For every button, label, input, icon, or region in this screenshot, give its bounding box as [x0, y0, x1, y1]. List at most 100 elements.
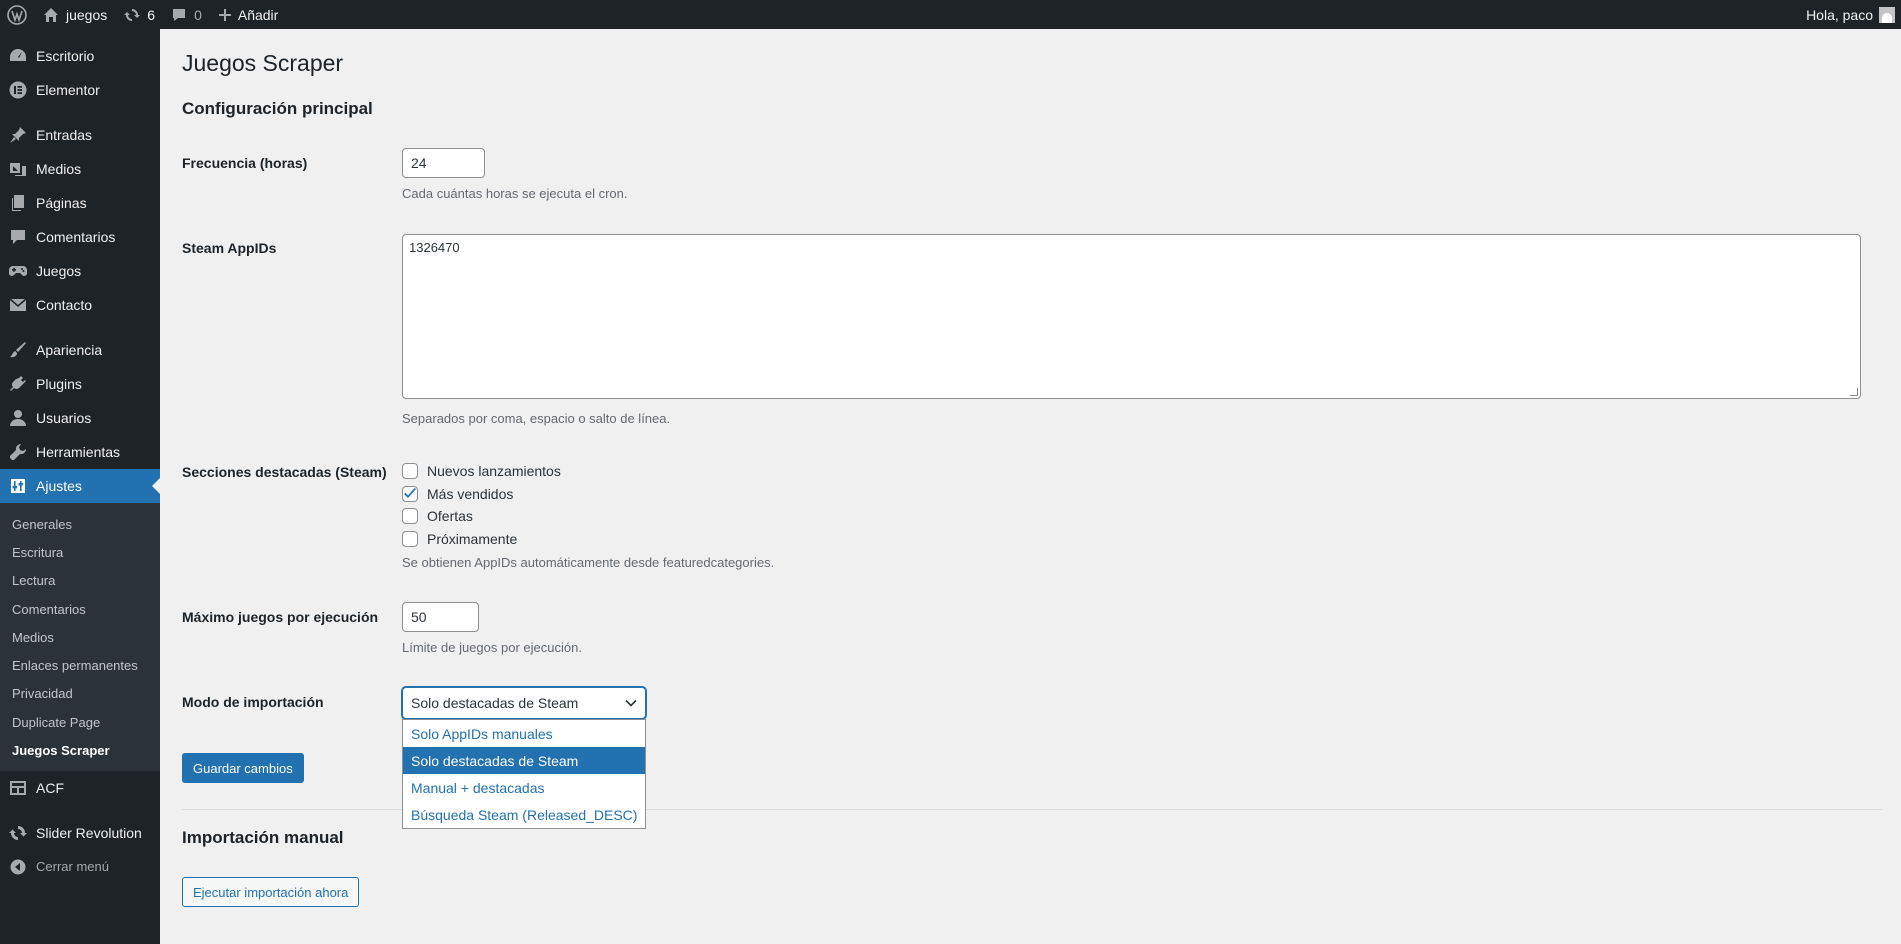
- greeting: Hola, paco: [1806, 6, 1873, 23]
- dropdown-option-manual-destacadas[interactable]: Manual + destacadas: [403, 774, 645, 801]
- appids-value: 1326470: [409, 240, 460, 255]
- plugin-icon: [8, 374, 28, 394]
- checkbox-row-ofertas[interactable]: Ofertas: [402, 506, 473, 526]
- updates-link[interactable]: 6: [115, 0, 163, 29]
- checkbox-row-mas-vendidos[interactable]: Más vendidos: [402, 484, 513, 504]
- menu-label: Contacto: [36, 297, 93, 313]
- submenu-medios[interactable]: Medios: [0, 623, 160, 651]
- menu-ajustes[interactable]: Ajustes: [0, 469, 160, 503]
- import-mode-dropdown: Solo AppIDs manuales Solo destacadas de …: [402, 719, 646, 829]
- checkbox-label: Ofertas: [427, 508, 473, 524]
- comment-icon: [171, 7, 187, 23]
- menu-escritorio[interactable]: Escritorio: [0, 39, 160, 73]
- sections-description: Se obtienen AppIDs automáticamente desde…: [402, 555, 775, 570]
- checkbox-nuevos-lanzamientos[interactable]: [402, 463, 418, 479]
- menu-herramientas[interactable]: Herramientas: [0, 435, 160, 469]
- collapse-menu-button[interactable]: Cerrar menú: [0, 850, 160, 884]
- site-name: juegos: [66, 6, 108, 23]
- menu-acf[interactable]: ACF: [0, 771, 160, 805]
- menu-usuarios[interactable]: Usuarios: [0, 401, 160, 435]
- menu-label: Juegos: [36, 263, 82, 279]
- submenu-duplicate-page[interactable]: Duplicate Page: [0, 708, 160, 736]
- acf-icon: [8, 778, 28, 798]
- menu-elementor[interactable]: Elementor: [0, 73, 160, 107]
- updates-count: 6: [147, 6, 156, 23]
- my-account-link[interactable]: Hola, paco: [1798, 0, 1901, 29]
- settings-submenu: Generales Escritura Lectura Comentarios …: [0, 503, 160, 771]
- dropdown-option-destacadas[interactable]: Solo destacadas de Steam: [403, 747, 645, 774]
- frequency-input[interactable]: 24: [402, 148, 485, 178]
- resize-handle[interactable]: [1850, 388, 1858, 396]
- save-changes-button[interactable]: Guardar cambios: [182, 753, 304, 783]
- checkbox-label: Próximamente: [427, 531, 518, 547]
- import-mode-select[interactable]: Solo destacadas de Steam: [402, 687, 646, 719]
- wordpress-logo-icon[interactable]: [0, 0, 35, 29]
- appids-label: Steam AppIDs: [182, 240, 277, 256]
- menu-contacto[interactable]: Contacto: [0, 288, 160, 322]
- appids-textarea[interactable]: 1326470: [402, 234, 1861, 399]
- plus-icon: [218, 8, 232, 22]
- dropdown-option-manual[interactable]: Solo AppIDs manuales: [403, 720, 645, 747]
- menu-apariencia[interactable]: Apariencia: [0, 333, 160, 367]
- home-icon: [43, 7, 59, 23]
- new-content-link[interactable]: Añadir: [210, 0, 286, 29]
- checkmark-icon: [404, 488, 416, 498]
- checkbox-proximamente[interactable]: [402, 531, 418, 547]
- menu-paginas[interactable]: Páginas: [0, 186, 160, 220]
- menu-slider-revolution[interactable]: Slider Revolution: [0, 816, 160, 850]
- envelope-icon: [8, 295, 28, 315]
- admin-sidebar: Escritorio Elementor Entradas Medios Pág…: [0, 29, 160, 944]
- menu-label: Comentarios: [36, 229, 116, 245]
- menu-label: Apariencia: [36, 342, 103, 358]
- main-content: Juegos Scraper Configuración principal F…: [160, 29, 1901, 944]
- menu-label: Entradas: [36, 127, 93, 143]
- collapse-label: Cerrar menú: [36, 859, 109, 875]
- max-games-input[interactable]: 50: [402, 602, 479, 632]
- menu-comentarios[interactable]: Comentarios: [0, 220, 160, 254]
- menu-label: Ajustes: [36, 478, 82, 494]
- menu-label: Plugins: [36, 376, 82, 392]
- submenu-lectura[interactable]: Lectura: [0, 567, 160, 595]
- menu-medios[interactable]: Medios: [0, 152, 160, 186]
- submenu-generales[interactable]: Generales: [0, 510, 160, 538]
- checkbox-label: Más vendidos: [427, 486, 514, 502]
- section-title-main: Configuración principal: [182, 99, 373, 118]
- menu-label: Usuarios: [36, 410, 92, 426]
- checkbox-row-proximamente[interactable]: Próximamente: [402, 529, 517, 549]
- comments-link[interactable]: 0: [163, 0, 210, 29]
- submenu-comentarios[interactable]: Comentarios: [0, 595, 160, 623]
- menu-label: ACF: [36, 779, 64, 796]
- submenu-privacidad[interactable]: Privacidad: [0, 680, 160, 708]
- elementor-icon: [8, 80, 28, 100]
- admin-bar: juegos 6 0 Añadir Hola, paco: [0, 0, 1901, 29]
- submenu-escritura[interactable]: Escritura: [0, 538, 160, 566]
- menu-plugins[interactable]: Plugins: [0, 367, 160, 401]
- chevron-down-icon: [625, 699, 637, 707]
- checkbox-ofertas[interactable]: [402, 508, 418, 524]
- run-import-button[interactable]: Ejecutar importación ahora: [182, 877, 360, 907]
- checkbox-mas-vendidos[interactable]: [402, 486, 418, 502]
- brush-icon: [8, 340, 28, 360]
- appids-description: Separados por coma, espacio o salto de l…: [402, 411, 671, 426]
- new-label: Añadir: [237, 6, 279, 23]
- checkbox-row-nuevos-lanzamientos[interactable]: Nuevos lanzamientos: [402, 461, 561, 481]
- submenu-juegos-scraper[interactable]: Juegos Scraper: [0, 736, 160, 764]
- sections-label: Secciones destacadas (Steam): [182, 464, 387, 480]
- dropdown-option-busqueda[interactable]: Búsqueda Steam (Released_DESC): [403, 801, 645, 828]
- settings-icon: [8, 476, 28, 496]
- user-icon: [8, 408, 28, 428]
- submenu-enlaces-permanentes[interactable]: Enlaces permanentes: [0, 651, 160, 679]
- page-icon: [8, 193, 28, 213]
- site-name-link[interactable]: juegos: [35, 0, 115, 29]
- menu-juegos[interactable]: Juegos: [0, 254, 160, 288]
- menu-label: Elementor: [36, 82, 100, 98]
- frequency-label: Frecuencia (horas): [182, 155, 308, 171]
- menu-entradas[interactable]: Entradas: [0, 118, 160, 152]
- dashboard-icon: [8, 46, 28, 66]
- media-icon: [8, 159, 28, 179]
- menu-label: Herramientas: [36, 444, 121, 460]
- frequency-description: Cada cuántas horas se ejecuta el cron.: [402, 186, 628, 201]
- menu-label: Páginas: [36, 195, 87, 211]
- gamepad-icon: [8, 261, 28, 281]
- comments-count: 0: [194, 6, 202, 23]
